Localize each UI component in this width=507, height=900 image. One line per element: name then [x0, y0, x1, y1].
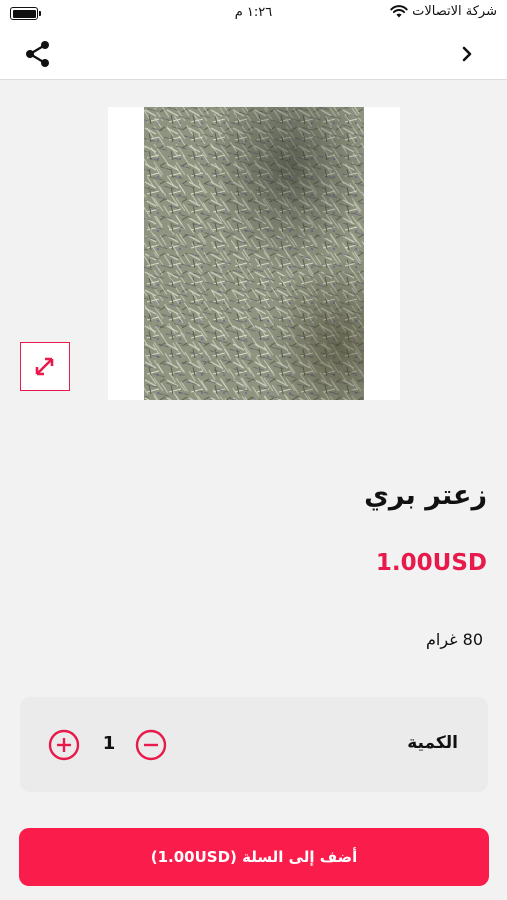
product-photo	[144, 107, 364, 400]
expand-icon	[35, 357, 54, 376]
status-time: ١:٢٦ م	[234, 5, 273, 20]
product-weight: 80 غرام	[426, 630, 483, 649]
nav-bar	[0, 28, 507, 80]
share-icon[interactable]	[24, 40, 54, 68]
status-bar: شركة الاتصالات ١:٢٦ م	[0, 0, 507, 28]
quantity-selector: الكمية 1	[20, 697, 488, 792]
quantity-label: الكمية	[407, 733, 458, 753]
expand-button[interactable]	[20, 342, 70, 391]
plus-icon[interactable]	[48, 729, 80, 761]
product-image[interactable]	[108, 107, 400, 400]
chevron-right-icon[interactable]	[457, 42, 477, 66]
product-price: 1.00USD	[375, 550, 487, 576]
product-title: زعتر بري	[364, 480, 487, 511]
battery-icon	[10, 7, 41, 20]
add-to-cart-button[interactable]: أضف إلى السلة (1.00USD)	[19, 828, 489, 886]
minus-icon[interactable]	[135, 729, 167, 761]
quantity-value: 1	[102, 733, 116, 754]
